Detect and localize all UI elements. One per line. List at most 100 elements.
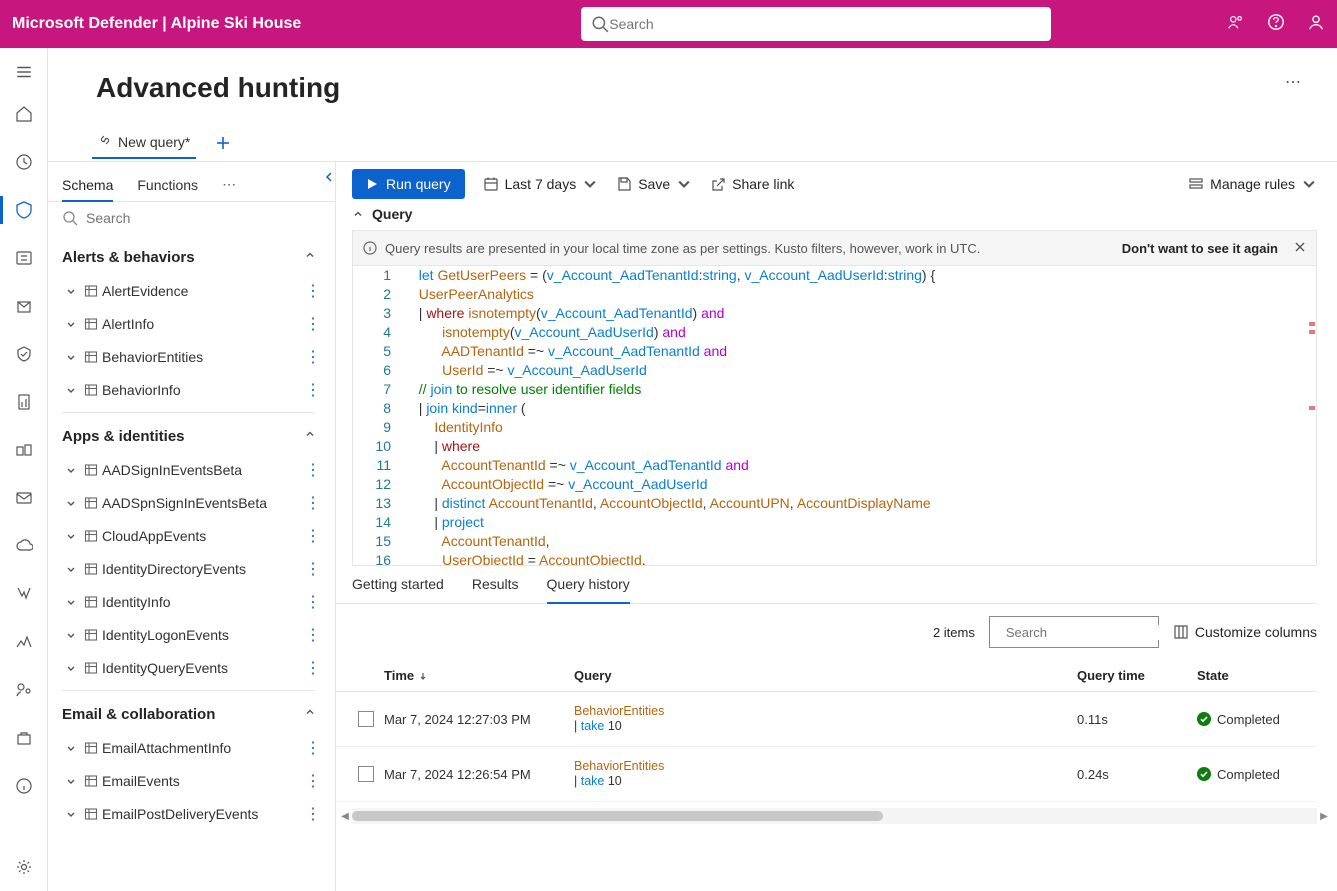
table-more-icon[interactable]: ⋮ [305,771,329,791]
table-icon [80,317,102,331]
nav-submissions-icon[interactable] [0,282,48,330]
schema-table-row[interactable]: IdentityInfo⋮ [48,585,329,618]
schema-table-row[interactable]: AADSpnSignInEventsBeta ⋮ [48,486,329,519]
table-more-icon[interactable]: ⋮ [305,281,329,301]
row-checkbox[interactable] [348,711,384,727]
col-query[interactable]: Query [574,668,1077,683]
nav-incidents-icon[interactable] [0,138,48,186]
tab-schema[interactable]: Schema [62,177,113,201]
schema-group-header[interactable]: Apps & identities [48,413,329,453]
table-icon [80,741,102,755]
schema-table-row[interactable]: IdentityLogonEvents⋮ [48,618,329,651]
row-checkbox[interactable] [348,766,384,782]
share-link-button[interactable]: Share link [710,176,794,192]
manage-rules-dropdown[interactable]: Manage rules [1188,176,1317,192]
table-more-icon[interactable]: ⋮ [305,526,329,546]
table-icon [80,463,102,477]
schema-table-row[interactable]: EmailPostDeliveryEvents⋮ [48,797,329,830]
schema-table-row[interactable]: IdentityQueryEvents⋮ [48,651,329,684]
nav-secure-score-icon[interactable] [0,330,48,378]
banner-dismiss-link[interactable]: Don't want to see it again [1122,241,1278,256]
account-icon[interactable] [1307,13,1325,36]
table-more-icon[interactable]: ⋮ [305,347,329,367]
table-more-icon[interactable]: ⋮ [305,380,329,400]
nav-actions-icon[interactable] [0,234,48,282]
global-search-input[interactable] [609,16,1041,32]
collapse-panel-icon[interactable] [322,170,336,189]
customize-columns-button[interactable]: Customize columns [1173,624,1317,640]
help-icon[interactable] [1267,13,1285,36]
history-search-input[interactable] [1006,625,1182,640]
tab-results[interactable]: Results [472,576,519,603]
nav-identity-icon[interactable] [0,666,48,714]
tab-query-history[interactable]: Query history [547,576,630,603]
people-icon[interactable] [1227,13,1245,36]
save-dropdown[interactable]: Save [616,176,692,192]
schema-table-row[interactable]: BehaviorEntities⋮ [48,340,329,373]
time-range-dropdown[interactable]: Last 7 days [483,176,599,192]
history-row[interactable]: Mar 7, 2024 12:26:54 PMBehaviorEntities|… [336,747,1317,802]
nav-info-icon[interactable] [0,762,48,810]
nav-cloud-icon[interactable] [0,522,48,570]
col-time[interactable]: Time [384,668,574,683]
code-editor[interactable]: 12345678910111213141516 let GetUserPeers… [352,266,1317,566]
schema-table-name: AADSpnSignInEventsBeta [102,495,267,511]
schema-table-row[interactable]: BehaviorInfo⋮ [48,373,329,406]
banner-close-icon[interactable] [1294,241,1306,256]
table-icon [80,807,102,821]
table-more-icon[interactable]: ⋮ [305,460,329,480]
scroll-left-icon[interactable]: ◀ [338,808,352,824]
nav-endpoint-icon[interactable] [0,570,48,618]
scroll-right-icon[interactable]: ▶ [1317,808,1331,824]
nav-analytics-icon[interactable] [0,618,48,666]
table-more-icon[interactable]: ⋮ [305,314,329,334]
nav-partners-icon[interactable] [0,426,48,474]
tab-functions[interactable]: Functions [137,177,198,201]
scroll-thumb[interactable] [352,811,883,821]
tab-more-icon[interactable]: ⋯ [222,176,236,201]
schema-table-row[interactable]: AADSignInEventsBeta⋮ [48,453,329,486]
add-query-tab-icon[interactable] [214,134,232,157]
page-more-icon[interactable]: ⋯ [1285,72,1301,92]
nav-inventory-icon[interactable] [0,714,48,762]
table-more-icon[interactable]: ⋮ [305,738,329,758]
menu-toggle-icon[interactable] [0,58,48,86]
check-icon [1197,767,1211,781]
schema-search[interactable] [48,202,335,234]
col-query-time[interactable]: Query time [1077,668,1197,683]
history-table: Time Query Query time State Mar 7, 2024 … [336,660,1317,802]
nav-home-icon[interactable] [0,90,48,138]
nav-email-icon[interactable] [0,474,48,522]
schema-table-row[interactable]: IdentityDirectoryEvents⋮ [48,552,329,585]
banner-text: Query results are presented in your loca… [385,241,980,256]
nav-settings-icon[interactable] [0,843,48,891]
nav-hunting-icon[interactable] [0,186,48,234]
schema-group-header[interactable]: Alerts & behaviors [48,234,329,274]
schema-table-row[interactable]: AlertEvidence⋮ [48,274,329,307]
schema-table-row[interactable]: EmailAttachmentInfo⋮ [48,731,329,764]
table-more-icon[interactable]: ⋮ [305,559,329,579]
run-query-button[interactable]: Run query [352,169,465,199]
table-more-icon[interactable]: ⋮ [305,592,329,612]
table-more-icon[interactable]: ⋮ [305,804,329,824]
history-state: Completed [1197,712,1317,727]
schema-search-input[interactable] [86,210,321,226]
global-search[interactable] [581,7,1051,41]
table-more-icon[interactable]: ⋮ [305,658,329,678]
search-icon [591,15,609,33]
schema-group-header[interactable]: Email & collaboration [48,691,329,731]
schema-table-row[interactable]: CloudAppEvents⋮ [48,519,329,552]
schema-table-row[interactable]: AlertInfo⋮ [48,307,329,340]
horizontal-scrollbar[interactable]: ◀ ▶ [352,808,1317,824]
chevron-down-icon [62,629,80,641]
query-tab[interactable]: New query* [92,133,196,158]
query-section-toggle[interactable]: Query [336,206,1317,230]
table-more-icon[interactable]: ⋮ [305,493,329,513]
history-row[interactable]: Mar 7, 2024 12:27:03 PMBehaviorEntities|… [336,692,1317,747]
schema-table-row[interactable]: EmailEvents⋮ [48,764,329,797]
col-state[interactable]: State [1197,668,1317,683]
history-search[interactable] [989,616,1159,648]
table-more-icon[interactable]: ⋮ [305,625,329,645]
nav-reports-icon[interactable] [0,378,48,426]
tab-getting-started[interactable]: Getting started [352,576,444,603]
